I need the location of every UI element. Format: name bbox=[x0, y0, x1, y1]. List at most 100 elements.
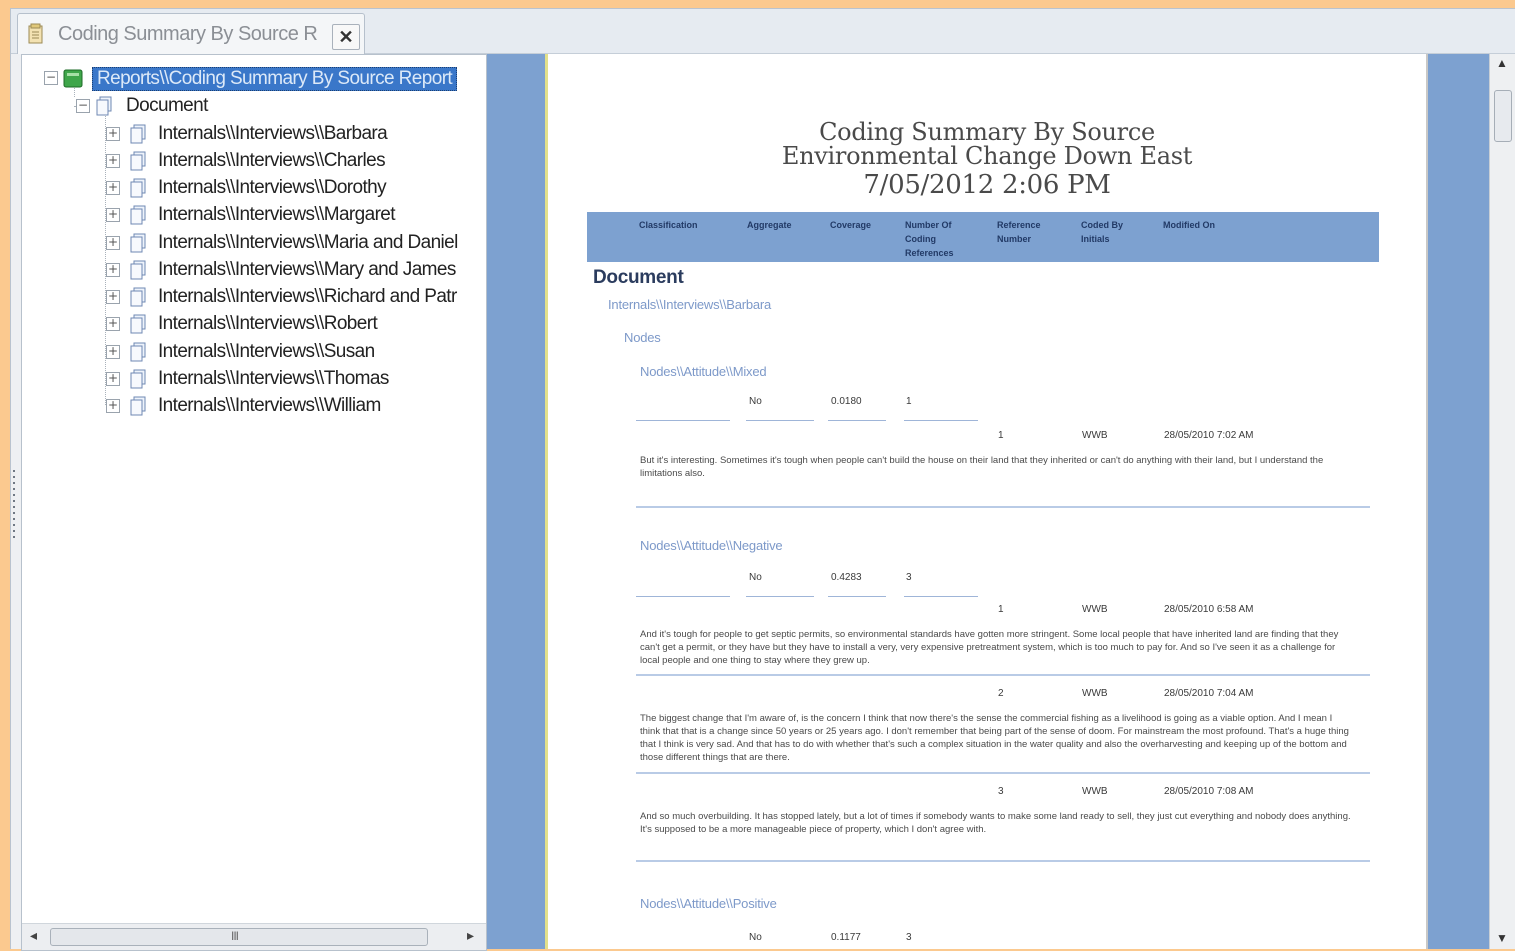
tree-item[interactable]: + Internals\\Interviews\\Mary and James bbox=[22, 257, 486, 283]
tree-node-document[interactable]: − Document bbox=[22, 93, 482, 119]
coded-by-initials: WWB bbox=[1082, 786, 1108, 797]
expand-icon[interactable]: + bbox=[106, 127, 120, 141]
reference-text: And it's tough for people to get septic … bbox=[640, 629, 1339, 666]
internal-source-icon bbox=[130, 342, 146, 362]
close-tab-button[interactable]: ✕ bbox=[332, 24, 360, 50]
coded-by-initials: WWB bbox=[1082, 430, 1108, 441]
tree-item[interactable]: + Internals\\Interviews\\Robert bbox=[22, 311, 486, 337]
aggregate-value: No bbox=[749, 572, 762, 583]
tree-item[interactable]: + Internals\\Interviews\\Dorothy bbox=[22, 175, 486, 201]
modified-on: 28/05/2010 7:02 AM bbox=[1164, 430, 1254, 441]
report-viewer: Coding Summary By Source Environmental C… bbox=[487, 54, 1515, 949]
tree-item[interactable]: + Internals\\Interviews\\Susan bbox=[22, 339, 486, 365]
column-header: Classification bbox=[639, 220, 698, 230]
tab-coding-summary[interactable]: Coding Summary By Source R ✕ bbox=[17, 13, 365, 54]
close-icon: ✕ bbox=[338, 27, 354, 47]
report-date: 7/05/2012 2:06 PM bbox=[863, 170, 1111, 200]
reference-number: 1 bbox=[998, 430, 1004, 441]
expand-icon[interactable]: + bbox=[106, 317, 120, 331]
aggregate-value: No bbox=[749, 932, 762, 943]
report-icon bbox=[28, 23, 43, 44]
modified-on: 28/05/2010 6:58 AM bbox=[1164, 604, 1254, 615]
report-subtitle: Environmental Change Down East bbox=[781, 142, 1193, 170]
reference-divider bbox=[636, 772, 1370, 774]
tree-item[interactable]: + Internals\\Interviews\\Margaret bbox=[22, 202, 486, 228]
internal-source-icon bbox=[130, 205, 146, 225]
tree-item-label: Internals\\Interviews\\William bbox=[158, 395, 381, 416]
scroll-thumb[interactable] bbox=[1494, 90, 1512, 142]
tree-item[interactable]: + Internals\\Interviews\\Thomas bbox=[22, 366, 486, 392]
field-underline bbox=[746, 596, 814, 597]
coverage-value: 0.0180 bbox=[831, 396, 862, 407]
group-heading: Nodes bbox=[624, 330, 661, 345]
app-frame: Coding Summary By Source R ✕ − Reports\\… bbox=[10, 8, 1515, 951]
collapse-icon[interactable]: − bbox=[44, 71, 58, 85]
tree-item-label: Internals\\Interviews\\Robert bbox=[158, 313, 378, 334]
viewer-vertical-scrollbar[interactable]: ▲ ▼ bbox=[1489, 54, 1515, 949]
source-heading[interactable]: Internals\\Interviews\\Barbara bbox=[608, 297, 771, 312]
coded-by-initials: WWB bbox=[1082, 688, 1108, 699]
field-underline bbox=[904, 420, 978, 421]
reference-divider bbox=[636, 506, 1370, 508]
expand-icon[interactable]: + bbox=[106, 236, 120, 250]
internal-source-icon bbox=[130, 396, 146, 416]
document-tab-strip: Coding Summary By Source R ✕ bbox=[11, 9, 1515, 54]
tree-item-label: Internals\\Interviews\\Thomas bbox=[158, 368, 389, 389]
aggregate-value: No bbox=[749, 396, 762, 407]
tree-item-label: Internals\\Interviews\\Richard and Patr bbox=[158, 286, 457, 307]
tree-item[interactable]: + Internals\\Interviews\\Barbara bbox=[22, 121, 486, 147]
field-underline bbox=[746, 420, 814, 421]
scroll-up-icon[interactable]: ▲ bbox=[1496, 56, 1508, 70]
reference-text: And so much overbuilding. It has stopped… bbox=[640, 811, 1351, 835]
internal-source-icon bbox=[130, 260, 146, 280]
pane-splitter-grip[interactable] bbox=[11, 464, 19, 544]
scroll-left-icon[interactable]: ◂ bbox=[30, 927, 37, 944]
reference-number: 1 bbox=[998, 604, 1004, 615]
expand-icon[interactable]: + bbox=[106, 208, 120, 222]
column-header: Number Of Coding References bbox=[905, 220, 954, 258]
column-header: Coded By Initials bbox=[1081, 220, 1124, 244]
coverage-value: 0.4283 bbox=[831, 572, 862, 583]
tree-item[interactable]: + Internals\\Interviews\\Maria and Danie… bbox=[22, 230, 486, 256]
tree-item-label: Internals\\Interviews\\Barbara bbox=[158, 123, 388, 144]
reference-divider bbox=[636, 860, 1370, 862]
field-underline bbox=[828, 596, 886, 597]
tree-node-root[interactable]: − Reports\\Coding Summary By Source Repo… bbox=[22, 65, 482, 91]
node-heading[interactable]: Nodes\\Attitude\\Positive bbox=[640, 896, 777, 911]
section-heading: Document bbox=[593, 267, 684, 288]
column-header-bar: Classification Aggregate Coverage Number… bbox=[587, 212, 1379, 262]
reference-text: The biggest change that I'm aware of, is… bbox=[640, 713, 1349, 763]
modified-on: 28/05/2010 7:08 AM bbox=[1164, 786, 1254, 797]
internal-source-icon bbox=[130, 178, 146, 198]
column-header: Reference Number bbox=[997, 220, 1041, 244]
expand-icon[interactable]: + bbox=[106, 290, 120, 304]
scroll-right-icon[interactable]: ▸ bbox=[467, 927, 474, 944]
tree-item[interactable]: + Internals\\Interviews\\William bbox=[22, 393, 486, 419]
expand-icon[interactable]: + bbox=[106, 181, 120, 195]
tree-item-label: Internals\\Interviews\\Maria and Daniel bbox=[158, 232, 458, 253]
scroll-thumb[interactable]: III bbox=[50, 928, 428, 946]
tree-item-label: Internals\\Interviews\\Margaret bbox=[158, 204, 396, 225]
tree-item[interactable]: + Internals\\Interviews\\Charles bbox=[22, 148, 486, 174]
refs-count-value: 1 bbox=[906, 396, 912, 407]
reference-number: 2 bbox=[998, 688, 1004, 699]
field-underline bbox=[904, 596, 978, 597]
expand-icon[interactable]: + bbox=[106, 345, 120, 359]
tab-label: Coding Summary By Source R bbox=[58, 23, 318, 45]
grip-dots-icon bbox=[13, 470, 15, 538]
tree-item-label: Internals\\Interviews\\Susan bbox=[158, 341, 375, 362]
expand-icon[interactable]: + bbox=[106, 263, 120, 277]
thumb-grip: III bbox=[231, 929, 239, 943]
expand-icon[interactable]: + bbox=[106, 154, 120, 168]
collapse-icon[interactable]: − bbox=[76, 99, 90, 113]
node-heading[interactable]: Nodes\\Attitude\\Negative bbox=[640, 538, 783, 553]
tree-horizontal-scrollbar[interactable]: ◂ III ▸ bbox=[22, 923, 486, 950]
tree-item[interactable]: + Internals\\Interviews\\Richard and Pat… bbox=[22, 284, 486, 310]
expand-icon[interactable]: + bbox=[106, 399, 120, 413]
scroll-down-icon[interactable]: ▼ bbox=[1496, 931, 1508, 945]
modified-on: 28/05/2010 7:04 AM bbox=[1164, 688, 1254, 699]
internal-source-icon bbox=[130, 151, 146, 171]
internal-source-icon bbox=[130, 233, 146, 253]
node-heading[interactable]: Nodes\\Attitude\\Mixed bbox=[640, 364, 767, 379]
expand-icon[interactable]: + bbox=[106, 372, 120, 386]
